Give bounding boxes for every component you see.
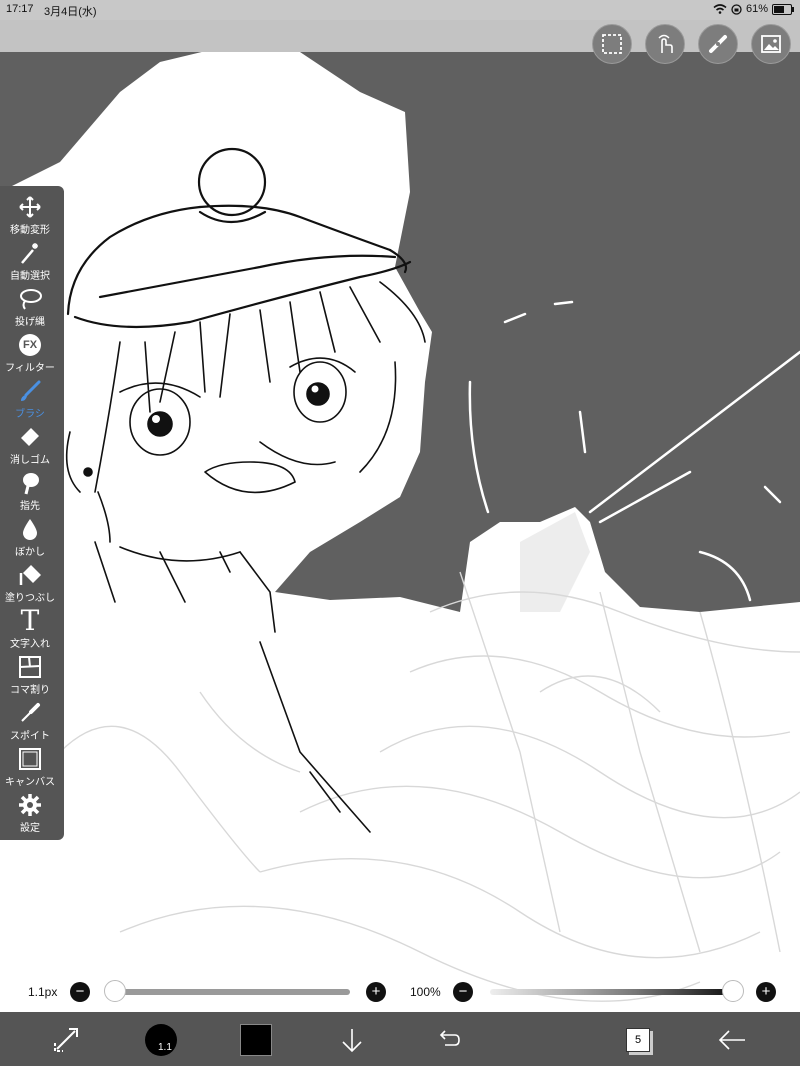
sketch-artwork	[0, 52, 800, 1012]
tool-fill[interactable]: 塗りつぶし	[0, 562, 60, 608]
brush-icon	[17, 378, 43, 404]
tool-label: コマ割り	[10, 685, 50, 696]
finger-icon	[17, 470, 43, 496]
brush-size-label: 1.1px	[28, 985, 58, 999]
bottom-bar: 1.1 5	[0, 1012, 800, 1066]
tool-label: スポイト	[10, 731, 50, 742]
eraser-icon	[17, 424, 43, 450]
tool-lasso[interactable]: 投げ縄	[0, 286, 60, 332]
gesture-button[interactable]	[645, 24, 685, 64]
selection-button[interactable]	[592, 24, 632, 64]
status-right: 61%	[713, 3, 794, 15]
layers-button[interactable]: 5	[622, 1024, 654, 1056]
gear-icon	[17, 792, 43, 818]
tool-label: 移動変形	[10, 225, 50, 236]
fx-icon: FX	[17, 332, 43, 358]
tool-filter[interactable]: FX フィルター	[0, 332, 60, 378]
brush-size-slider-knob[interactable]	[104, 980, 126, 1002]
transform-button[interactable]	[50, 1024, 82, 1056]
orientation-lock-icon	[731, 3, 742, 15]
layers-count: 5	[626, 1028, 650, 1052]
eyedropper-icon	[17, 700, 43, 726]
brush-size-value: 1.1	[158, 1042, 172, 1053]
transform-icon	[54, 1028, 78, 1052]
tool-label: 塗りつぶし	[4, 593, 56, 604]
brush-slider-row: 1.1px − + 100% − +	[0, 975, 800, 1009]
battery-icon	[772, 3, 794, 15]
tool-finger[interactable]: 指先	[0, 470, 60, 516]
ruler-icon	[709, 35, 727, 53]
tool-eyedropper[interactable]: スポイト	[0, 700, 60, 746]
tool-move-transform[interactable]: 移動変形	[0, 194, 60, 240]
tool-settings[interactable]: 設定	[0, 792, 60, 838]
tool-label: 文字入れ	[10, 639, 50, 650]
tool-sidebar: 移動変形 自動選択 投げ縄 FX フィルター ブラシ 消しゴム 指先 ぼかし 塗…	[0, 186, 64, 840]
magic-wand-icon	[17, 240, 43, 266]
blur-icon	[17, 516, 43, 542]
wifi-icon	[713, 4, 727, 14]
brush-size-indicator: 1.1	[145, 1024, 177, 1056]
ruler-button[interactable]	[698, 24, 738, 64]
tool-blur[interactable]: ぼかし	[0, 516, 60, 562]
tool-label: ぼかし	[15, 547, 45, 558]
reference-image-button[interactable]	[751, 24, 791, 64]
size-increase-button[interactable]: +	[366, 982, 386, 1002]
text-icon: T	[17, 604, 43, 637]
tool-label: 自動選択	[10, 271, 50, 282]
brush-preview-button[interactable]: 1.1	[145, 1024, 177, 1056]
tool-eraser[interactable]: 消しゴム	[0, 424, 60, 470]
undo-icon	[439, 1030, 460, 1046]
opacity-decrease-button[interactable]: −	[453, 982, 473, 1002]
panel-icon	[17, 654, 43, 680]
brush-size-slider[interactable]	[110, 989, 350, 995]
tool-auto-select[interactable]: 自動選択	[0, 240, 60, 286]
tool-label: 消しゴム	[10, 455, 50, 466]
arrow-down-icon	[342, 1029, 362, 1053]
tool-panel-divide[interactable]: コマ割り	[0, 654, 60, 700]
opacity-slider-knob[interactable]	[722, 980, 744, 1002]
lasso-icon	[17, 286, 43, 312]
drawing-canvas[interactable]	[0, 52, 800, 1012]
tool-brush[interactable]: ブラシ	[0, 378, 60, 424]
tool-label: キャンバス	[5, 777, 55, 788]
gesture-icon	[658, 34, 673, 53]
tool-canvas[interactable]: キャンバス	[0, 746, 60, 792]
size-decrease-button[interactable]: −	[70, 982, 90, 1002]
color-button[interactable]	[240, 1024, 272, 1056]
battery-percent: 61%	[745, 3, 768, 15]
tool-text[interactable]: T 文字入れ	[0, 604, 60, 654]
back-button[interactable]	[716, 1024, 748, 1056]
status-date: 3月4日(水)	[44, 6, 97, 18]
tool-label: 投げ縄	[15, 317, 45, 328]
status-bar: 17:17 3月4日(水) 61%	[0, 0, 800, 20]
save-down-button[interactable]	[336, 1024, 368, 1056]
selection-icon	[602, 34, 622, 54]
fill-icon	[17, 562, 43, 588]
tool-label: ブラシ	[15, 409, 45, 420]
tool-label: フィルター	[5, 363, 55, 374]
image-icon	[761, 35, 781, 53]
status-time: 17:17	[6, 3, 34, 15]
tool-label: 指先	[20, 501, 40, 512]
move-icon	[17, 194, 43, 220]
tool-label: 設定	[20, 823, 40, 834]
opacity-increase-button[interactable]: +	[756, 982, 776, 1002]
fx-icon-text: FX	[19, 334, 41, 356]
opacity-slider[interactable]	[490, 989, 732, 995]
canvas-icon	[17, 746, 43, 772]
undo-button[interactable]	[432, 1024, 464, 1056]
current-color-swatch	[240, 1024, 272, 1056]
text-icon-glyph: T	[20, 604, 40, 637]
opacity-label: 100%	[410, 985, 441, 999]
arrow-left-icon	[718, 1030, 745, 1050]
